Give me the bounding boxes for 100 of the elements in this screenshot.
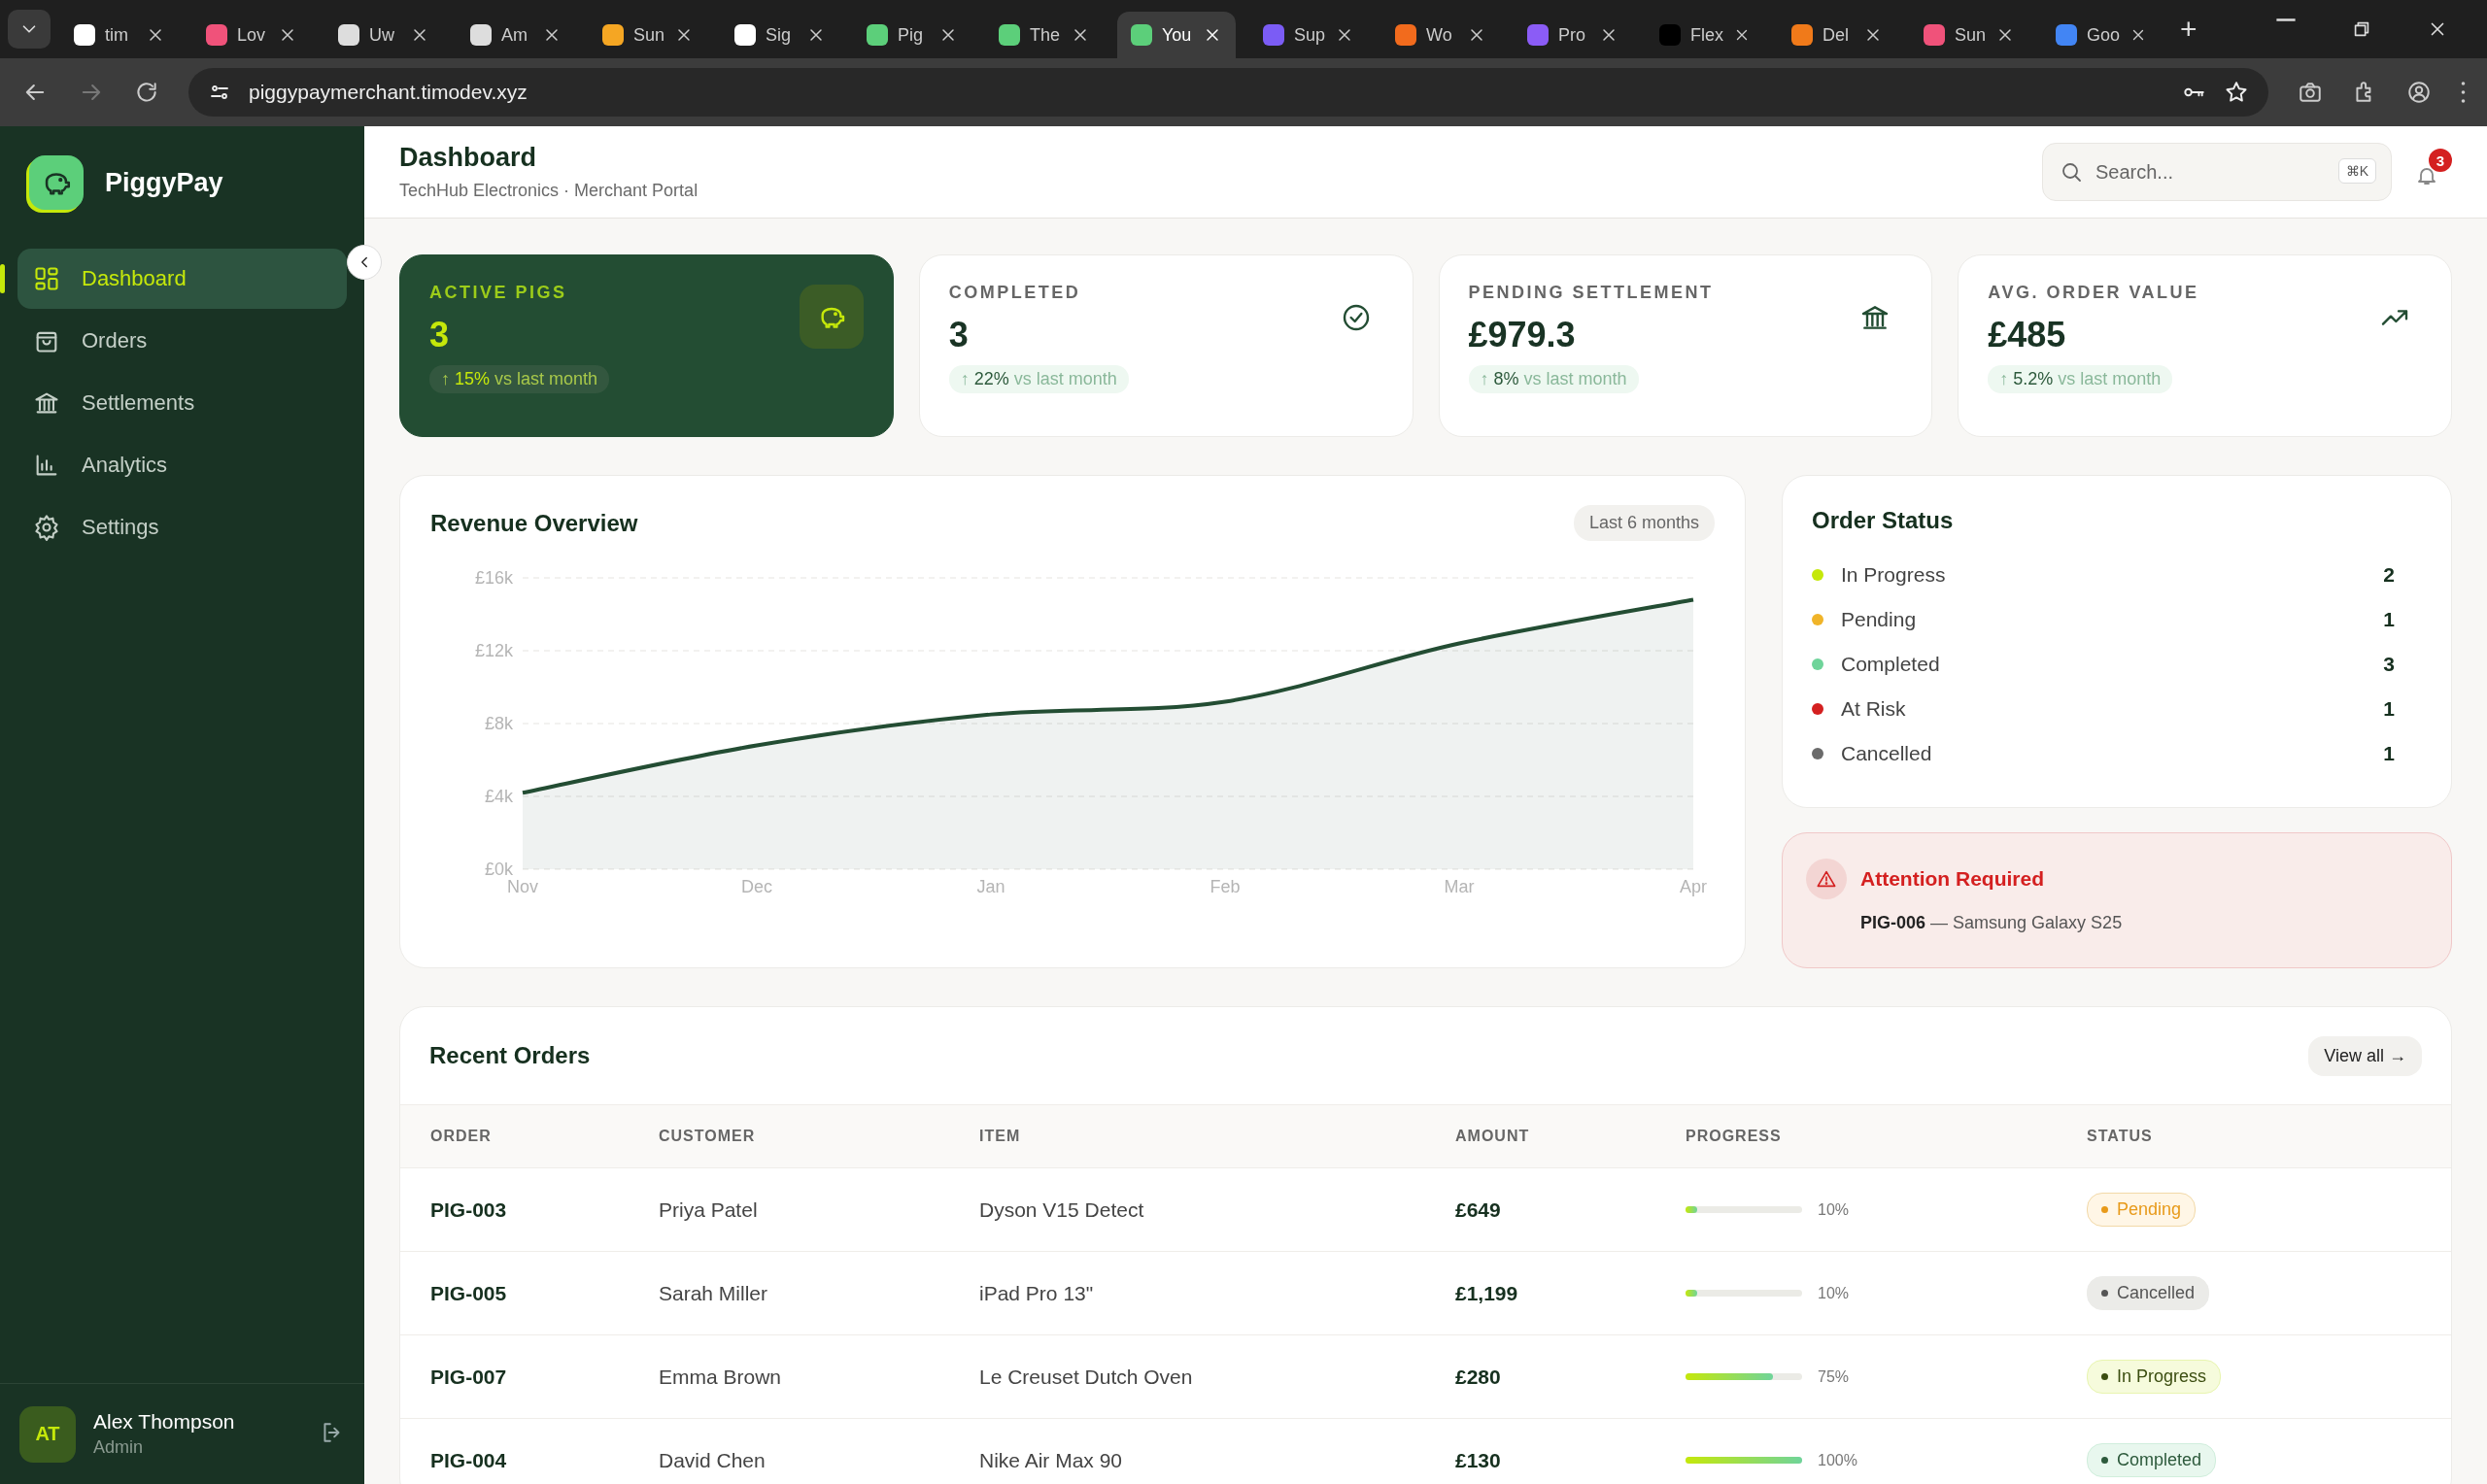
browser-tab[interactable]: Lov — [192, 12, 311, 58]
status-label: At Risk — [1841, 697, 1907, 721]
view-all-button[interactable]: View all → — [2308, 1035, 2422, 1076]
progress-percent: 100% — [1818, 1451, 1857, 1469]
new-tab-button[interactable]: + — [2180, 13, 2197, 46]
browser-tab[interactable]: Pro — [1514, 12, 1632, 58]
browser-tab[interactable]: Pig — [853, 12, 971, 58]
status-label: Completed — [1841, 653, 1941, 676]
browser-tab[interactable]: Flex — [1646, 12, 1764, 58]
stat-value: 3 — [429, 315, 450, 355]
stat-label: PENDING SETTLEMENT — [1468, 283, 1715, 303]
stat-label: ACTIVE PIGS — [429, 283, 568, 303]
card-title: Revenue Overview — [430, 509, 638, 537]
table-cell-text: Dyson V15 Detect — [979, 1197, 1145, 1222]
table-cell-text: Le Creuset Dutch Oven — [979, 1365, 1194, 1389]
progress-percent: 75% — [1818, 1367, 1850, 1386]
notification-count: 3 — [2429, 149, 2452, 172]
status-count: 1 — [2383, 608, 2395, 631]
axis-label: £16k — [474, 568, 513, 588]
progress-percent: 10% — [1818, 1200, 1850, 1219]
stat-value: £979.3 — [1468, 315, 1576, 355]
table-cell-text: Nike Air Max 90 — [979, 1448, 1124, 1472]
status-label: Cancelled — [1841, 742, 1933, 765]
browser-tab[interactable]: You — [1117, 12, 1236, 58]
axis-label: £12k — [474, 641, 513, 660]
camera-icon — [2298, 80, 2323, 105]
table-cell-text: Sarah Miller — [659, 1281, 769, 1305]
reload-icon — [134, 80, 159, 105]
alert-text: PIG-006 — Samsung Galaxy S25 — [1860, 913, 2124, 933]
notifications-button[interactable]: 3 — [2407, 149, 2452, 195]
order-id: PIG-005 — [430, 1281, 508, 1305]
axis-label: £4k — [484, 787, 513, 806]
browser-tab[interactable]: Wo — [1381, 12, 1500, 58]
minimize-icon — [2275, 18, 2297, 21]
amount-cell-text: £649 — [1455, 1197, 1502, 1222]
progress-percent: 10% — [1818, 1284, 1850, 1302]
nav-item[interactable]: Settings — [17, 497, 347, 557]
status-count: 1 — [2383, 742, 2395, 765]
stat-label: COMPLETED — [948, 283, 1082, 303]
status-badge: Pending — [2087, 1193, 2197, 1227]
browser-tab[interactable]: The — [985, 12, 1104, 58]
page-subtitle: TechHub Electronics · Merchant Portal — [399, 181, 699, 201]
trend-badge: ↑ 8% vs last month — [1468, 365, 1639, 393]
collapse-button[interactable] — [347, 245, 382, 280]
axis-label: Feb — [1209, 877, 1241, 896]
stat-label: AVG. ORDER VALUE — [1988, 283, 2200, 303]
axis-label: £8k — [484, 714, 513, 733]
browser-tab[interactable]: tim — [60, 12, 179, 58]
nav-item[interactable]: Orders — [17, 311, 347, 371]
user-avatar: AT — [19, 1405, 76, 1463]
range-selector[interactable]: Last 6 months — [1573, 505, 1715, 541]
nav-item[interactable]: Analytics — [17, 435, 347, 495]
table-cell-text: David Chen — [659, 1448, 767, 1472]
browser-tab[interactable]: Uw — [324, 12, 443, 58]
table-cell-text: iPad Pro 13" — [979, 1281, 1095, 1305]
trend-badge: ↑ 5.2% vs last month — [1988, 365, 2173, 393]
status-label: Pending — [1841, 608, 1918, 631]
browser-tab[interactable]: Goo — [2042, 12, 2161, 58]
column-header: ORDER — [430, 1128, 493, 1145]
tab-search-button[interactable] — [8, 10, 51, 49]
alert-title: Attention Required — [1860, 867, 2044, 891]
status-count: 1 — [2383, 697, 2395, 721]
browser-tab[interactable]: Sun — [1910, 12, 2028, 58]
axis-label: Mar — [1444, 877, 1475, 896]
table-cell-text: Priya Patel — [659, 1197, 759, 1222]
trend-badge: ↑ 22% vs last month — [948, 365, 1129, 393]
axis-label: Nov — [507, 877, 538, 896]
card-title: Recent Orders — [429, 1042, 591, 1069]
browser-tab[interactable]: Sup — [1249, 12, 1368, 58]
warning-icon — [1816, 868, 1837, 890]
axis-label: Apr — [1680, 877, 1707, 896]
browser-tab[interactable]: Sun — [589, 12, 707, 58]
amount-cell-text: £280 — [1455, 1365, 1502, 1389]
nav-item[interactable]: Settlements — [17, 373, 347, 433]
search-icon — [2060, 160, 2083, 184]
axis-label: Dec — [741, 877, 772, 896]
order-id: PIG-007 — [430, 1365, 508, 1389]
more-menu-icon[interactable] — [2461, 82, 2466, 103]
order-id: PIG-004 — [430, 1448, 508, 1472]
page-title: Dashboard — [399, 143, 538, 173]
stat-value: £485 — [1988, 315, 2066, 355]
axis-label: £0k — [484, 860, 513, 879]
browser-tab[interactable]: Am — [457, 12, 575, 58]
browser-tab[interactable]: Del — [1778, 12, 1896, 58]
browser-tab[interactable]: Sig — [721, 12, 839, 58]
stat-value: 3 — [948, 315, 969, 355]
grid-icon — [33, 265, 60, 292]
status-badge: Cancelled — [2087, 1276, 2210, 1310]
status-count: 3 — [2383, 653, 2395, 676]
column-header: PROGRESS — [1686, 1128, 1783, 1145]
user-role: Admin — [93, 1437, 145, 1458]
address-bar[interactable]: piggypaymerchant.timodev.xyz — [188, 68, 2268, 117]
column-header: STATUS — [2087, 1128, 2154, 1145]
amount-cell-text: £1,199 — [1455, 1281, 1519, 1305]
table-cell-text: Emma Brown — [659, 1365, 783, 1389]
axis-label: Jan — [976, 877, 1005, 896]
amount-cell-text: £130 — [1455, 1448, 1502, 1472]
user-name: Alex Thompson — [93, 1410, 236, 1433]
column-header: ITEM — [979, 1128, 1022, 1145]
shortcut-hint: ⌘K — [2337, 158, 2376, 184]
